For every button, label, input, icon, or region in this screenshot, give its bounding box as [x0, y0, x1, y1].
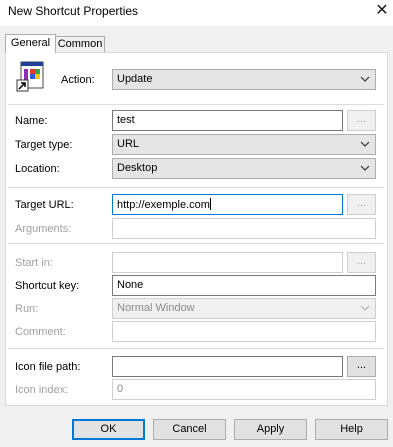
icon-index-value: 0 [117, 383, 124, 395]
target-url-browse-button[interactable]: ... [347, 194, 376, 215]
separator [8, 187, 384, 188]
run-value: Normal Window [117, 302, 195, 314]
target-type-label: Target type: [15, 139, 73, 151]
icon-index-label: Icon index: [15, 384, 69, 396]
text-caret [209, 198, 211, 210]
arguments-label: Arguments: [15, 223, 72, 235]
title-bar: New Shortcut Properties ✕ [0, 0, 393, 26]
comment-label: Comment: [15, 326, 66, 338]
close-icon[interactable]: ✕ [371, 1, 393, 23]
location-value: Desktop [117, 162, 158, 174]
run-select[interactable]: Normal Window [112, 298, 376, 319]
shortcut-key-field[interactable]: None [112, 275, 376, 296]
chevron-down-icon [360, 76, 370, 82]
shortcut-key-label: Shortcut key: [15, 280, 80, 292]
location-label: Location: [15, 163, 60, 175]
name-value: test [117, 114, 135, 126]
tab-general[interactable]: General [5, 34, 56, 53]
icon-file-browse-button[interactable]: ... [347, 356, 376, 377]
chevron-down-icon [360, 305, 370, 311]
separator [8, 243, 384, 244]
cancel-button[interactable]: Cancel [153, 419, 226, 440]
start-in-browse-button[interactable]: ... [347, 252, 376, 273]
chevron-down-icon [360, 165, 370, 171]
shortcut-icon [16, 60, 48, 92]
action-value: Update [117, 73, 153, 85]
separator [8, 104, 384, 105]
apply-button[interactable]: Apply [234, 419, 307, 440]
action-label: Action: [61, 74, 95, 86]
target-type-value: URL [117, 138, 140, 150]
separator [8, 348, 384, 349]
name-browse-button[interactable]: ... [347, 110, 376, 131]
location-select[interactable]: Desktop [112, 158, 376, 179]
icon-index-field[interactable]: 0 [112, 379, 376, 400]
ok-button[interactable]: OK [72, 419, 145, 440]
name-field[interactable]: test [112, 110, 343, 131]
window-title: New Shortcut Properties [8, 4, 139, 18]
target-url-field[interactable]: http://exemple.com [112, 194, 343, 215]
icon-file-path-label: Icon file path: [15, 361, 81, 373]
target-type-select[interactable]: URL [112, 134, 376, 155]
name-label: Name: [15, 115, 48, 127]
target-url-value: http://exemple.com [117, 199, 210, 211]
run-label: Run: [15, 303, 39, 315]
arguments-field[interactable] [112, 218, 376, 239]
start-in-label: Start in: [15, 257, 53, 269]
action-select[interactable]: Update [112, 69, 376, 90]
icon-file-path-field[interactable] [112, 356, 343, 377]
shortcut-key-value: None [117, 279, 144, 291]
target-url-label: Target URL: [15, 199, 74, 211]
chevron-down-icon [360, 141, 370, 147]
help-button[interactable]: Help [315, 419, 388, 440]
tab-common[interactable]: Common [56, 36, 105, 52]
start-in-field[interactable] [112, 252, 343, 273]
comment-field[interactable] [112, 321, 376, 342]
